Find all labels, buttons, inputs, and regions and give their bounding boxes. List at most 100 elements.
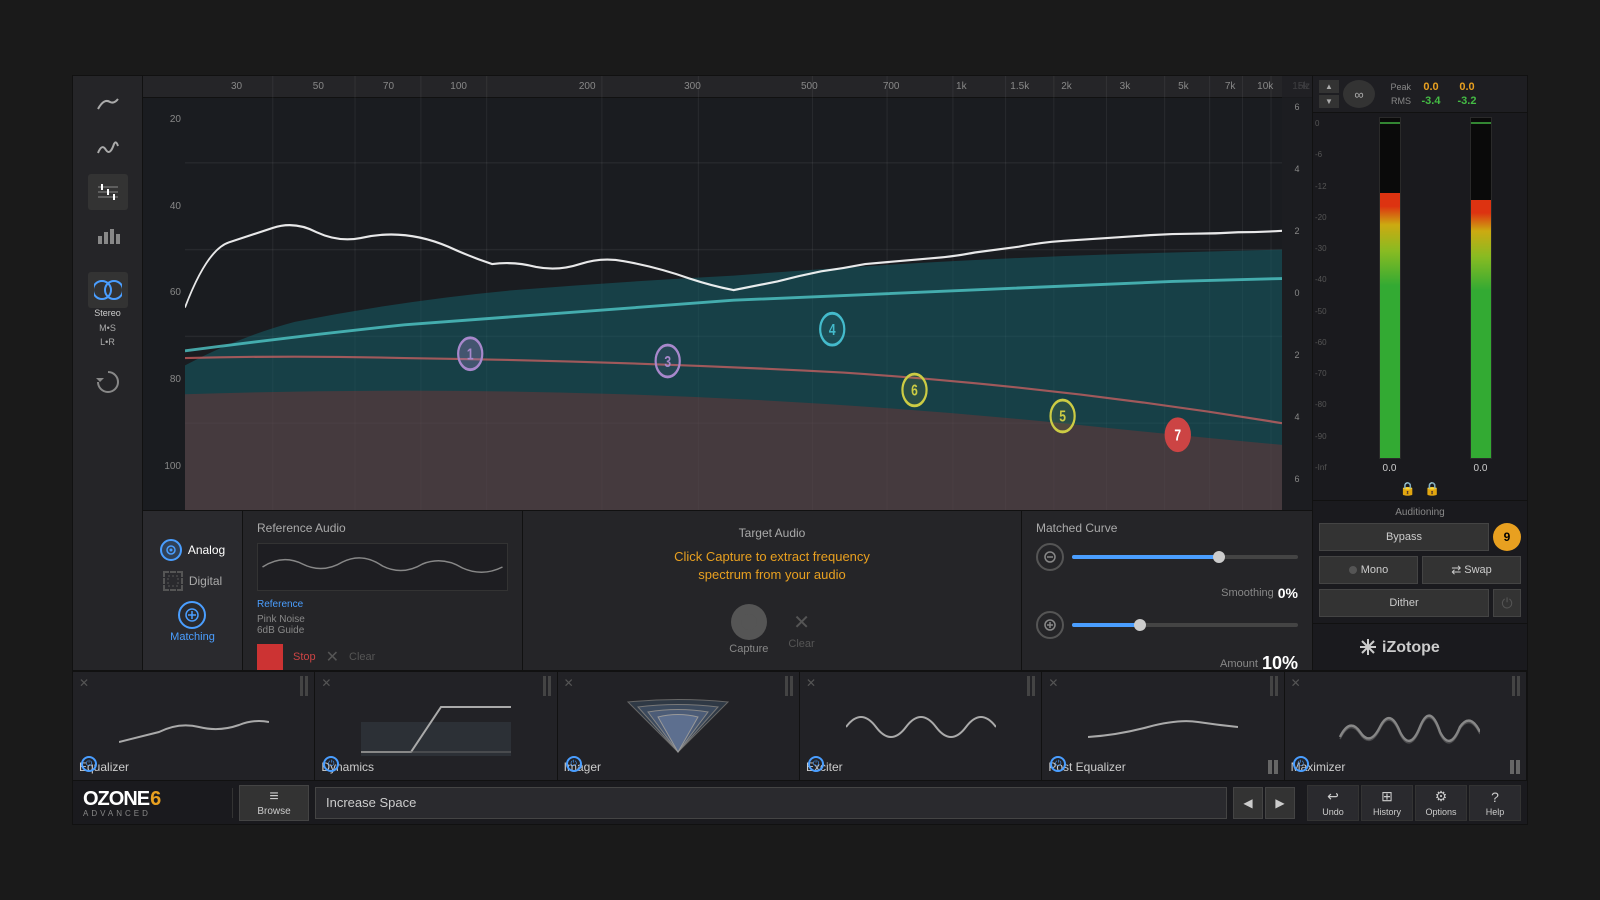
dither-power-button[interactable]: ⏻ bbox=[1493, 589, 1521, 617]
dyn-close[interactable]: ✕ bbox=[321, 676, 331, 690]
eq-handle-bar2[interactable] bbox=[305, 676, 308, 696]
rms-row: RMS -3.4 -3.2 bbox=[1383, 95, 1483, 107]
lr-mode[interactable]: L•R bbox=[96, 336, 119, 348]
clear-target-x[interactable]: ✕ bbox=[793, 610, 810, 635]
clear-ref-x[interactable]: ✕ bbox=[326, 647, 339, 667]
db-20: 20 bbox=[170, 114, 181, 125]
spectrum-canvas: 1 3 4 6 5 bbox=[185, 76, 1282, 510]
peq-handle-bar2[interactable] bbox=[1275, 676, 1278, 696]
top-section: Stereo M•S L•R 30 50 bbox=[73, 76, 1527, 670]
eq-close[interactable]: ✕ bbox=[79, 676, 89, 690]
module-imager[interactable]: ✕ ⏻ Imager bbox=[558, 672, 800, 780]
ozone-logo-text: OZONE 6 ADVANCED bbox=[83, 788, 160, 818]
dyn-handle-bar2[interactable] bbox=[548, 676, 551, 696]
link-channels-btn[interactable]: ∞ bbox=[1343, 80, 1375, 108]
rms-left-val: -3.4 bbox=[1415, 95, 1447, 107]
dyn-handle[interactable] bbox=[543, 676, 551, 696]
img-handle-bar1[interactable] bbox=[785, 676, 788, 696]
exc-handle-bar1[interactable] bbox=[1027, 676, 1030, 696]
preset-name-input[interactable] bbox=[315, 787, 1227, 819]
bypass-button[interactable]: Bypass bbox=[1319, 523, 1489, 551]
main-area: 30 50 70 100 200 300 500 700 1k 1.5k 2k … bbox=[143, 76, 1312, 670]
img-handle[interactable] bbox=[785, 676, 793, 696]
img-handle-bar2[interactable] bbox=[790, 676, 793, 696]
exc-handle-bar2[interactable] bbox=[1032, 676, 1035, 696]
refresh-icon[interactable] bbox=[94, 368, 122, 401]
reference-label: Reference bbox=[257, 599, 508, 610]
smoothing-value: 0% bbox=[1278, 585, 1298, 601]
help-button[interactable]: ? Help bbox=[1469, 785, 1521, 821]
dyn-preview bbox=[321, 698, 550, 756]
eq-icon[interactable] bbox=[88, 130, 128, 166]
mono-button[interactable]: Mono bbox=[1319, 556, 1418, 584]
ozone-brand-name: OZONE 6 bbox=[83, 788, 160, 811]
module-dynamics[interactable]: ✕ ⏻ Dynamics bbox=[315, 672, 557, 780]
module-exciter[interactable]: ✕ ⏻ Exciter bbox=[800, 672, 1042, 780]
max-pause[interactable] bbox=[1510, 760, 1520, 774]
bottom-actions: ↩ Undo ⊞ History ⚙ Options ? Help bbox=[1307, 785, 1521, 821]
max-power-btn[interactable]: ⏻ bbox=[1293, 756, 1309, 772]
img-power-btn[interactable]: ⏻ bbox=[566, 756, 582, 772]
ref-controls: Stop ✕ Clear bbox=[257, 644, 508, 670]
curve-icon[interactable] bbox=[88, 86, 128, 122]
max-handle-bar1[interactable] bbox=[1512, 676, 1515, 696]
exc-handle[interactable] bbox=[1027, 676, 1035, 696]
amount-slider[interactable] bbox=[1072, 623, 1298, 627]
options-button[interactable]: ⚙ Options bbox=[1415, 785, 1467, 821]
img-preview bbox=[564, 698, 793, 756]
scale-0: 0 bbox=[1315, 119, 1343, 128]
swap-icon: ⇄ bbox=[1451, 563, 1461, 577]
digital-mode-option[interactable]: Digital bbox=[163, 571, 222, 591]
history-label: History bbox=[1373, 807, 1401, 817]
swap-button[interactable]: ⇄ Swap bbox=[1422, 556, 1521, 584]
undo-button[interactable]: ↩ Undo bbox=[1307, 785, 1359, 821]
max-handle-bar2[interactable] bbox=[1517, 676, 1520, 696]
right-meter-fill bbox=[1471, 200, 1491, 458]
reference-audio-panel: Reference Audio Reference Pink Noise 6dB… bbox=[243, 511, 523, 670]
max-pause-bar2 bbox=[1516, 760, 1520, 774]
exc-power-btn[interactable]: ⏻ bbox=[808, 756, 824, 772]
eq-power-btn[interactable]: ⏻ bbox=[81, 756, 97, 772]
analog-mode-circle bbox=[160, 539, 182, 561]
analog-mode-option[interactable]: Analog bbox=[160, 539, 225, 561]
peq-handle-bar1[interactable] bbox=[1270, 676, 1273, 696]
svg-text:3: 3 bbox=[664, 352, 671, 370]
max-close[interactable]: ✕ bbox=[1291, 676, 1301, 690]
browse-button[interactable]: ≡ Browse bbox=[239, 785, 309, 821]
module-maximizer[interactable]: ✕ ⏻ Maximizer bbox=[1285, 672, 1527, 780]
max-handle[interactable] bbox=[1512, 676, 1520, 696]
peq-handle[interactable] bbox=[1270, 676, 1278, 696]
digital-mode-square bbox=[163, 571, 183, 591]
auditioning-title: Auditioning bbox=[1319, 507, 1521, 518]
filter-icon[interactable] bbox=[88, 174, 128, 210]
meters-icon[interactable] bbox=[88, 218, 128, 254]
svg-text:iZotope: iZotope bbox=[1382, 639, 1440, 656]
meter-up-arrow[interactable]: ▲ bbox=[1319, 80, 1339, 93]
smoothing-slider[interactable] bbox=[1072, 555, 1298, 559]
spectrum-display[interactable]: 30 50 70 100 200 300 500 700 1k 1.5k 2k … bbox=[143, 76, 1312, 510]
eq-handle-bar1[interactable] bbox=[300, 676, 303, 696]
eq-handle[interactable] bbox=[300, 676, 308, 696]
capture-button[interactable] bbox=[731, 604, 767, 640]
stereo-icon[interactable] bbox=[88, 272, 128, 308]
app-container: Stereo M•S L•R 30 50 bbox=[72, 75, 1528, 825]
module-post-eq[interactable]: ✕ ⏻ Post Equalizer bbox=[1042, 672, 1284, 780]
peq-close[interactable]: ✕ bbox=[1048, 676, 1058, 690]
dyn-handle-bar1[interactable] bbox=[543, 676, 546, 696]
clear-ref-label: Clear bbox=[349, 651, 375, 663]
matching-btn[interactable]: Matching bbox=[170, 601, 215, 643]
mono-dot bbox=[1349, 566, 1357, 574]
peq-pause[interactable] bbox=[1268, 760, 1278, 774]
exc-close[interactable]: ✕ bbox=[806, 676, 816, 690]
meter-down-arrow[interactable]: ▼ bbox=[1319, 95, 1339, 108]
prev-preset-btn[interactable]: ◀ bbox=[1233, 787, 1263, 819]
img-close[interactable]: ✕ bbox=[564, 676, 574, 690]
stop-button[interactable] bbox=[257, 644, 283, 670]
module-equalizer[interactable]: ✕ ⏻ Equalizer bbox=[73, 672, 315, 780]
dither-button[interactable]: Dither bbox=[1319, 589, 1489, 617]
history-button[interactable]: ⊞ History bbox=[1361, 785, 1413, 821]
undo-label: Undo bbox=[1322, 807, 1344, 817]
ms-mode[interactable]: M•S bbox=[95, 322, 120, 334]
svg-text:5: 5 bbox=[1059, 407, 1066, 425]
next-preset-btn[interactable]: ▶ bbox=[1265, 787, 1295, 819]
